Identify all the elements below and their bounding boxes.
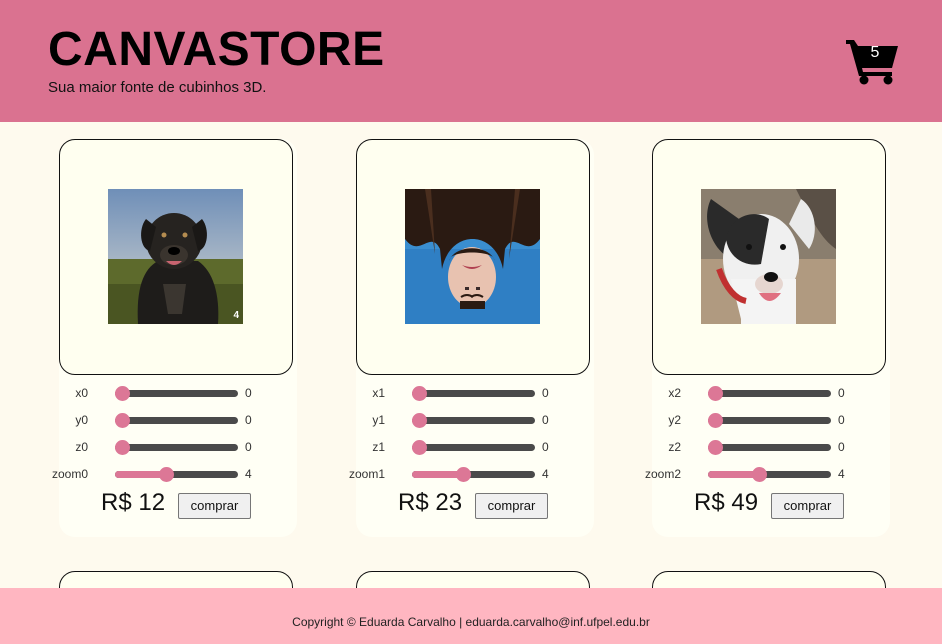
cart-count-badge: 5	[870, 44, 880, 61]
puppy-photo	[701, 189, 836, 324]
slider-value: 0	[245, 440, 252, 454]
cart-button[interactable]: 5	[844, 36, 900, 86]
slider-thumb[interactable]	[115, 413, 130, 428]
slider-thumb[interactable]	[412, 386, 427, 401]
product-canvas[interactable]	[652, 139, 886, 375]
site-footer: Copyright © Eduarda Carvalho | eduarda.c…	[0, 588, 942, 644]
product-price: R$ 23	[398, 489, 463, 516]
store-title: CANVASTORE	[48, 23, 385, 76]
slider-label: zoom2	[644, 467, 681, 481]
slider-thumb[interactable]	[456, 467, 471, 482]
y-slider[interactable]	[115, 413, 238, 428]
buy-button[interactable]: comprar	[771, 493, 844, 519]
x-slider[interactable]	[708, 386, 831, 401]
slider-value: 0	[245, 413, 252, 427]
slider-value: 0	[542, 386, 549, 400]
slider-thumb[interactable]	[115, 386, 130, 401]
dog-photo: 4	[108, 189, 243, 324]
product-card: x2 0 y2 0 z2 0 zoom2 4 R$ 49 comprar	[645, 139, 890, 537]
product-canvas[interactable]: 4	[59, 139, 293, 375]
slider-thumb[interactable]	[412, 413, 427, 428]
slider-row-y: y0 0	[59, 412, 297, 428]
image-corner-label: 4	[233, 310, 239, 321]
slider-row-y: y2 0	[652, 412, 890, 428]
x-slider[interactable]	[115, 386, 238, 401]
slider-row-z: z1 0	[356, 439, 594, 455]
slider-value: 0	[838, 413, 845, 427]
slider-value: 0	[838, 386, 845, 400]
product-canvas[interactable]	[356, 139, 590, 375]
slider-row-x: x0 0	[59, 385, 297, 401]
product-price: R$ 49	[694, 489, 759, 516]
slider-value: 4	[542, 467, 549, 481]
copyright-text: Copyright © Eduarda Carvalho | eduarda.c…	[292, 615, 650, 629]
zoom-slider[interactable]	[708, 467, 831, 482]
site-header: CANVASTORE Sua maior fonte de cubinhos 3…	[0, 0, 942, 122]
z-slider[interactable]	[115, 440, 238, 455]
store-subtitle: Sua maior fonte de cubinhos 3D.	[48, 79, 267, 96]
slider-label: y0	[75, 413, 88, 427]
slider-label: zoom0	[51, 467, 88, 481]
slider-row-x: x1 0	[356, 385, 594, 401]
slider-thumb[interactable]	[752, 467, 767, 482]
slider-thumb[interactable]	[412, 440, 427, 455]
slider-row-zoom: zoom1 4	[349, 466, 594, 482]
slider-row-y: y1 0	[356, 412, 594, 428]
slider-thumb[interactable]	[159, 467, 174, 482]
slider-label: y2	[668, 413, 681, 427]
slider-row-z: z2 0	[652, 439, 890, 455]
slider-row-zoom: zoom0 4	[52, 466, 297, 482]
slider-thumb[interactable]	[115, 440, 130, 455]
slider-value: 0	[838, 440, 845, 454]
slider-label: z2	[668, 440, 681, 454]
slider-label: y1	[372, 413, 385, 427]
slider-label: x0	[75, 386, 88, 400]
y-slider[interactable]	[412, 413, 535, 428]
product-price: R$ 12	[101, 489, 166, 516]
x-slider[interactable]	[412, 386, 535, 401]
slider-value: 4	[245, 467, 252, 481]
slider-row-x: x2 0	[652, 385, 890, 401]
slider-thumb[interactable]	[708, 440, 723, 455]
buy-button[interactable]: comprar	[475, 493, 548, 519]
slider-row-zoom: zoom2 4	[645, 466, 890, 482]
woman-upside-down-photo	[405, 189, 540, 324]
zoom-slider[interactable]	[115, 467, 238, 482]
z-slider[interactable]	[708, 440, 831, 455]
slider-thumb[interactable]	[708, 386, 723, 401]
slider-value: 4	[838, 467, 845, 481]
product-card: x1 0 y1 0 z1 0 zoom1 4 R$ 23 comprar	[349, 139, 594, 537]
slider-value: 0	[245, 386, 252, 400]
buy-button[interactable]: comprar	[178, 493, 251, 519]
slider-value: 0	[542, 440, 549, 454]
zoom-slider[interactable]	[412, 467, 535, 482]
slider-label: x2	[668, 386, 681, 400]
slider-row-z: z0 0	[59, 439, 297, 455]
y-slider[interactable]	[708, 413, 831, 428]
slider-value: 0	[542, 413, 549, 427]
slider-label: z1	[372, 440, 385, 454]
slider-label: z0	[75, 440, 88, 454]
z-slider[interactable]	[412, 440, 535, 455]
product-card: 4 x0 0 y0 0 z0 0 zoom0 4 R$ 12 comprar	[52, 139, 297, 537]
slider-label: zoom1	[348, 467, 385, 481]
slider-label: x1	[372, 386, 385, 400]
slider-thumb[interactable]	[708, 413, 723, 428]
